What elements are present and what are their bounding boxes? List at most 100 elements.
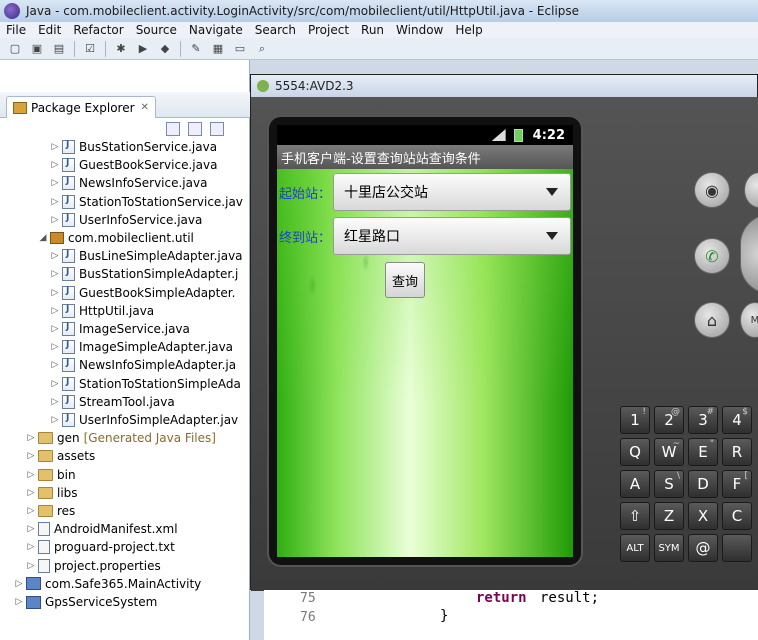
chevron-right-icon[interactable]: ▷ <box>26 470 36 480</box>
chevron-right-icon[interactable]: ▷ <box>14 597 24 607</box>
chevron-right-icon[interactable]: ▷ <box>50 360 60 370</box>
open-folder-icon[interactable]: ▭ <box>232 41 248 57</box>
chevron-right-icon[interactable]: ▷ <box>26 542 36 552</box>
close-icon[interactable]: ✕ <box>141 102 149 113</box>
package-explorer-tab[interactable]: Package Explorer ✕ <box>6 96 156 118</box>
tree-item[interactable]: ▷ BusStationService.java <box>50 138 217 156</box>
tree-item[interactable]: ▷ com.Safe365.MainActivity <box>14 575 202 593</box>
run-icon[interactable]: ▶ <box>135 41 151 57</box>
tree-item[interactable]: ▷ project.properties <box>26 557 161 575</box>
tree-item[interactable]: ▷ StationToStationService.jav <box>50 193 243 211</box>
key-a[interactable]: A <box>620 470 650 498</box>
key-r[interactable]: R <box>722 438 752 466</box>
key-alt[interactable]: ALT <box>620 534 650 562</box>
view-menu-icon[interactable] <box>210 122 224 136</box>
chevron-right-icon[interactable]: ▷ <box>50 342 60 352</box>
tree-item[interactable]: ▷ proguard-project.txt <box>26 538 175 556</box>
key-⇧[interactable]: ⇧ <box>620 502 650 530</box>
tree-item[interactable]: ▷ NewsInfoSimpleAdapter.ja <box>50 356 236 374</box>
tree-item[interactable]: ▷ res <box>26 502 76 520</box>
chevron-right-icon[interactable]: ▷ <box>50 306 60 316</box>
chevron-right-icon[interactable]: ▷ <box>26 488 36 498</box>
save-icon[interactable]: ▣ <box>29 41 45 57</box>
chevron-right-icon[interactable]: ▷ <box>50 269 60 279</box>
call-icon[interactable]: ✆ <box>694 238 730 274</box>
home-icon[interactable]: ⌂ <box>694 302 730 338</box>
tree-item[interactable]: ▷ assets <box>26 447 96 465</box>
query-button[interactable]: 查询 <box>385 262 425 298</box>
chevron-right-icon[interactable]: ▷ <box>50 197 60 207</box>
tree-item[interactable]: ▷ GuestBookService.java <box>50 156 217 174</box>
key-f[interactable]: F[ <box>722 470 752 498</box>
menu-help[interactable]: Help <box>449 23 488 37</box>
chevron-right-icon[interactable]: ▷ <box>50 251 60 261</box>
menu-file[interactable]: File <box>0 23 32 37</box>
debug-icon[interactable]: ✱ <box>113 41 129 57</box>
checkbox-icon[interactable]: ☑ <box>82 41 98 57</box>
tree-item[interactable]: ▷ bin <box>26 466 76 484</box>
chevron-right-icon[interactable]: ▷ <box>50 415 60 425</box>
menu-project[interactable]: Project <box>302 23 355 37</box>
tree-item[interactable]: ▷ ImageSimpleAdapter.java <box>50 338 233 356</box>
key-c[interactable]: C <box>722 502 752 530</box>
chevron-right-icon[interactable]: ▷ <box>26 451 36 461</box>
tree-item[interactable]: ▷ GpsServiceSystem <box>14 593 158 611</box>
chevron-right-icon[interactable]: ▷ <box>50 160 60 170</box>
key-4[interactable]: 4 $ <box>722 406 752 434</box>
chevron-right-icon[interactable]: ▷ <box>26 433 36 443</box>
key-d[interactable]: D <box>688 470 718 498</box>
key-w[interactable]: W ~ <box>654 438 684 466</box>
key-z[interactable]: Z <box>654 502 684 530</box>
key-q[interactable]: Q <box>620 438 650 466</box>
menu-navigate[interactable]: Navigate <box>183 23 249 37</box>
wrench-icon[interactable]: ✎ <box>188 41 204 57</box>
key-@[interactable]: @ <box>688 534 718 562</box>
key-1[interactable]: 1! <box>620 406 650 434</box>
key-blank[interactable] <box>722 534 752 562</box>
chevron-right-icon[interactable]: ▷ <box>26 506 36 516</box>
external-tools-icon[interactable]: ◆ <box>157 41 173 57</box>
tree-item[interactable]: ▷ UserInfoService.java <box>50 211 202 229</box>
code-editor[interactable]: 75 return result; 76 } <box>264 590 758 640</box>
start-station-spinner[interactable]: 十里店公交站 <box>333 173 571 211</box>
chevron-down-icon[interactable]: ◢ <box>38 233 48 243</box>
tree-item[interactable]: ▷ AndroidManifest.xml <box>26 520 178 538</box>
tree-item[interactable]: ▷ libs <box>26 484 78 502</box>
chevron-right-icon[interactable]: ▷ <box>50 379 60 389</box>
chevron-right-icon[interactable]: ▷ <box>50 215 60 225</box>
menu-refactor[interactable]: Refactor <box>67 23 129 37</box>
key-e[interactable]: E " <box>688 438 718 466</box>
chevron-right-icon[interactable]: ▷ <box>50 324 60 334</box>
tree-item[interactable]: ▷ GuestBookSimpleAdapter. <box>50 284 235 302</box>
key-2[interactable]: 2 @ <box>654 406 684 434</box>
key-sym[interactable]: SYM <box>654 534 684 562</box>
tree-item[interactable]: ▷ ImageService.java <box>50 320 190 338</box>
tree-item[interactable]: ▷ BusLineSimpleAdapter.java <box>50 247 243 265</box>
menu-run[interactable]: Run <box>355 23 390 37</box>
chevron-right-icon[interactable]: ▷ <box>50 397 60 407</box>
chevron-right-icon[interactable]: ▷ <box>50 142 60 152</box>
menu-source[interactable]: Source <box>130 23 183 37</box>
key-s[interactable]: S \ <box>654 470 684 498</box>
open-type-icon[interactable]: ▦ <box>210 41 226 57</box>
tree-item[interactable]: ▷ UserInfoSimpleAdapter.jav <box>50 411 238 429</box>
tree-item[interactable]: ▷ BusStationSimpleAdapter.j <box>50 265 238 283</box>
key-3[interactable]: 3 # <box>688 406 718 434</box>
tree-item[interactable]: ◢ com.mobileclient.util <box>38 229 194 247</box>
chevron-right-icon[interactable]: ▷ <box>26 524 36 534</box>
camera-icon[interactable]: ◉ <box>694 172 730 208</box>
menu-search[interactable]: Search <box>249 23 302 37</box>
chevron-right-icon[interactable]: ▷ <box>14 579 24 589</box>
chevron-right-icon[interactable]: ▷ <box>26 561 36 571</box>
print-icon[interactable]: ▤ <box>51 41 67 57</box>
menu-edit[interactable]: Edit <box>32 23 67 37</box>
tree-item[interactable]: ▷ NewsInfoService.java <box>50 174 207 192</box>
search-icon[interactable]: ⌕ <box>254 41 270 57</box>
end-station-spinner[interactable]: 红星路口 <box>333 217 571 255</box>
tree-item[interactable]: ▷ StationToStationSimpleAda <box>50 375 241 393</box>
tree-item[interactable]: ▷ HttpUtil.java <box>50 302 154 320</box>
collapse-all-icon[interactable] <box>166 122 180 136</box>
tree-item[interactable]: ▷ gen [Generated Java Files] <box>26 429 216 447</box>
menu-window[interactable]: Window <box>390 23 449 37</box>
new-icon[interactable]: ▢ <box>7 41 23 57</box>
